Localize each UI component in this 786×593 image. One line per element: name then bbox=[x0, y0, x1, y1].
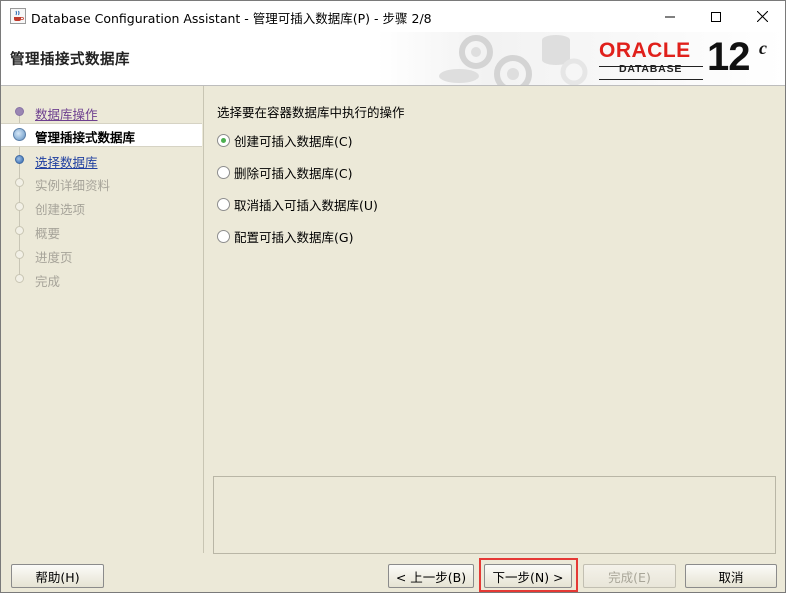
step-pending-icon bbox=[15, 274, 24, 283]
nav-step-creation-options: 创建选项 bbox=[1, 196, 202, 218]
minimize-button[interactable] bbox=[647, 1, 693, 32]
step-link-icon bbox=[15, 155, 24, 164]
gears-decoration-icon bbox=[439, 35, 588, 85]
operation-prompt: 选择要在容器数据库中执行的操作 bbox=[217, 105, 405, 120]
option-label: 取消插入可插入数据库(U) bbox=[234, 197, 378, 213]
close-icon bbox=[756, 11, 768, 22]
next-button-highlight bbox=[479, 558, 578, 592]
radio-button[interactable] bbox=[217, 229, 230, 243]
logo-version-suffix: c bbox=[759, 38, 767, 58]
step-pending-icon bbox=[15, 226, 24, 235]
nav-step-summary: 概要 bbox=[1, 220, 202, 242]
option-configure-pdb[interactable]: 配置可插入数据库(G) bbox=[217, 227, 353, 245]
step-done-icon bbox=[15, 107, 24, 116]
nav-step-finish: 完成 bbox=[1, 268, 202, 290]
nav-step-label: 选择数据库 bbox=[35, 155, 98, 170]
logo-version: 12 bbox=[707, 35, 750, 79]
title-bar: Database Configuration Assistant - 管理可插入… bbox=[1, 1, 785, 32]
step-pending-icon bbox=[15, 250, 24, 259]
back-button[interactable]: < 上一步(B) bbox=[388, 564, 474, 588]
header-banner: 管理插接式数据库 ORACLE DATABASE 12 c bbox=[1, 32, 785, 86]
nav-step-label: 管理插接式数据库 bbox=[35, 130, 136, 145]
nav-step-label: 数据库操作 bbox=[35, 107, 98, 122]
radio-button[interactable] bbox=[217, 133, 230, 147]
maximize-icon bbox=[711, 11, 721, 22]
option-unplug-pdb[interactable]: 取消插入可插入数据库(U) bbox=[217, 195, 378, 213]
close-button[interactable] bbox=[739, 1, 785, 32]
main-content: 选择要在容器数据库中执行的操作 创建可插入数据库(C) 删除可插入数据库(C) … bbox=[204, 86, 785, 554]
java-cup-icon bbox=[10, 8, 26, 24]
nav-step-label: 完成 bbox=[35, 274, 61, 289]
logo-product: DATABASE bbox=[619, 63, 683, 75]
nav-step-instance-details: 实例详细资料 bbox=[1, 172, 202, 194]
nav-step-label: 实例详细资料 bbox=[35, 178, 111, 193]
message-area bbox=[213, 476, 776, 554]
nav-step-database-operation[interactable]: 数据库操作 bbox=[1, 101, 202, 123]
option-label: 配置可插入数据库(G) bbox=[234, 229, 354, 245]
maximize-button[interactable] bbox=[693, 1, 739, 32]
minimize-icon bbox=[665, 16, 675, 17]
logo-brand: ORACLE bbox=[599, 39, 691, 62]
option-label: 创建可插入数据库(C) bbox=[234, 133, 353, 149]
step-current-icon bbox=[13, 128, 26, 141]
cancel-button[interactable]: 取消 bbox=[685, 564, 777, 588]
dbca-window: Database Configuration Assistant - 管理可插入… bbox=[0, 0, 786, 593]
nav-step-label: 进度页 bbox=[35, 250, 73, 265]
oracle-logo: ORACLE DATABASE 12 c bbox=[599, 35, 779, 83]
nav-step-progress: 进度页 bbox=[1, 244, 202, 266]
finish-button: 完成(E) bbox=[583, 564, 676, 588]
radio-button[interactable] bbox=[217, 165, 230, 179]
window-title: Database Configuration Assistant - 管理可插入… bbox=[31, 11, 432, 26]
nav-step-manage-pdb[interactable]: 管理插接式数据库 bbox=[1, 123, 202, 147]
nav-step-select-database[interactable]: 选择数据库 bbox=[1, 149, 202, 171]
option-label: 删除可插入数据库(C) bbox=[234, 165, 353, 181]
step-pending-icon bbox=[15, 202, 24, 211]
page-title: 管理插接式数据库 bbox=[10, 52, 130, 68]
option-create-pdb[interactable]: 创建可插入数据库(C) bbox=[217, 131, 352, 149]
step-navigation: 数据库操作 管理插接式数据库 选择数据库 实例详细资料 创建选项 概要 进度页 bbox=[1, 86, 204, 553]
help-button[interactable]: 帮助(H) bbox=[11, 564, 104, 588]
option-delete-pdb[interactable]: 删除可插入数据库(C) bbox=[217, 163, 352, 181]
radio-button[interactable] bbox=[217, 197, 230, 211]
nav-step-label: 创建选项 bbox=[35, 202, 86, 217]
nav-step-label: 概要 bbox=[35, 226, 61, 241]
step-pending-icon bbox=[15, 178, 24, 187]
